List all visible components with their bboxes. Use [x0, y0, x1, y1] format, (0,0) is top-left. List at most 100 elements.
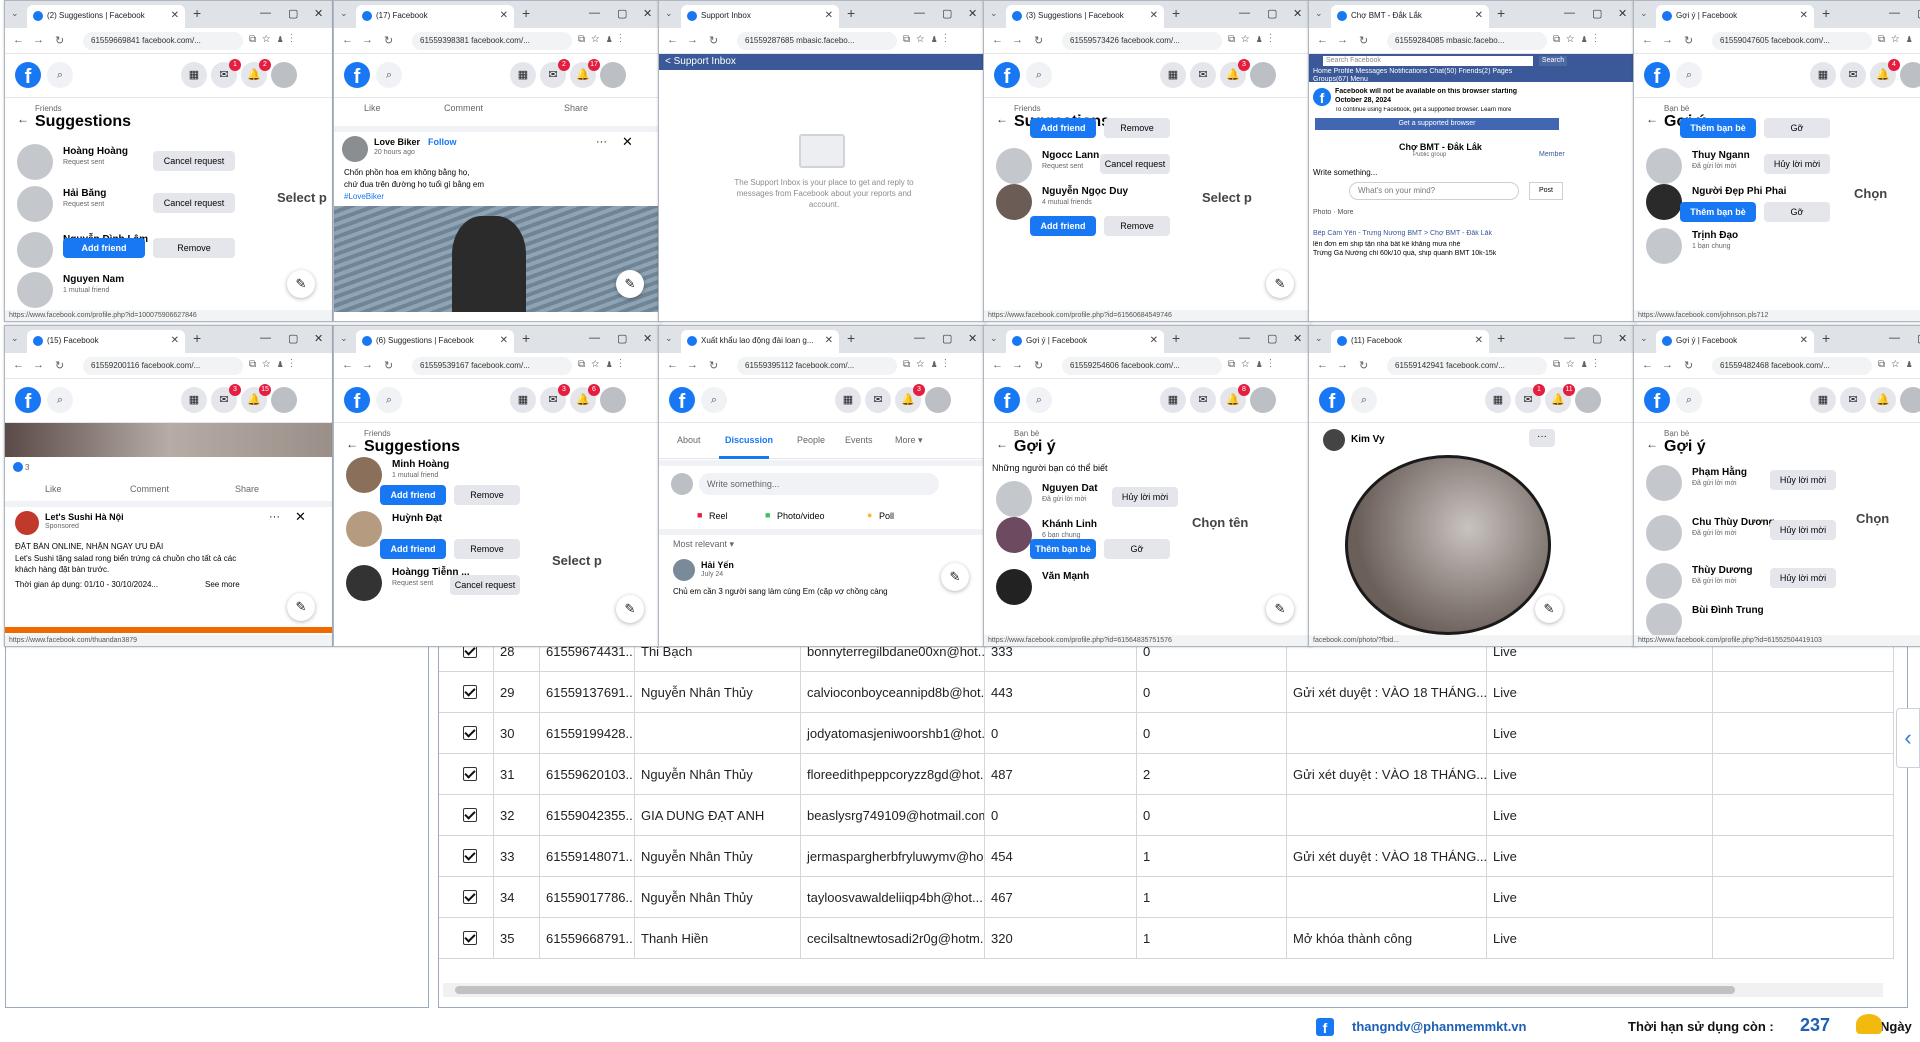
- add-friend-button[interactable]: Thêm bạn bè: [1680, 202, 1756, 222]
- new-tab-icon[interactable]: +: [193, 330, 201, 346]
- messenger-icon[interactable]: ✉: [1190, 387, 1216, 413]
- support-inbox-header[interactable]: < Support Inbox: [659, 54, 986, 70]
- notifications-icon[interactable]: 🔔 3: [1220, 59, 1250, 88]
- table-row[interactable]: 32 61559042355... GIA DUNG ĐẠT ANH beaslysr…: [439, 795, 1894, 836]
- close-tab-icon[interactable]: ✕: [500, 5, 508, 26]
- messenger-icon[interactable]: ✉: [1840, 387, 1866, 413]
- toolbar-icons[interactable]: ⧉☆♟⋮: [1228, 34, 1278, 45]
- close-window-icon[interactable]: ✕: [1618, 7, 1627, 20]
- new-tab-icon[interactable]: +: [1497, 5, 1505, 21]
- person-avatar[interactable]: [1646, 148, 1682, 184]
- sort-dropdown[interactable]: Most relevant ▾: [673, 539, 734, 550]
- person-name[interactable]: Hoàng Hoàng: [63, 146, 128, 157]
- tab-list-icon[interactable]: ⌄: [1640, 8, 1648, 19]
- table-row[interactable]: 35 61559668791... Thanh Hiền cecilsaltnewto…: [439, 918, 1894, 959]
- messenger-icon[interactable]: ✉ 1: [211, 59, 241, 88]
- person-name[interactable]: Khánh Linh: [1042, 519, 1097, 530]
- address-input[interactable]: 61559669841 facebook.com/...: [83, 32, 243, 50]
- maximize-icon[interactable]: ▢: [942, 332, 952, 345]
- notifications-icon[interactable]: 🔔 2: [241, 59, 271, 88]
- profile-avatar[interactable]: [600, 62, 626, 88]
- author-name[interactable]: Love Biker: [374, 137, 420, 147]
- forward-icon[interactable]: →: [1337, 34, 1348, 46]
- tab-list-icon[interactable]: ⌄: [1640, 333, 1648, 344]
- author-name[interactable]: Hải Yến: [701, 560, 734, 570]
- close-window-icon[interactable]: ✕: [1293, 332, 1302, 345]
- close-window-icon[interactable]: ✕: [1618, 332, 1627, 345]
- table-row[interactable]: 31 61559620103... Nguyễn Nhân Thủy floreedi…: [439, 754, 1894, 795]
- more-options-icon[interactable]: ···: [269, 511, 280, 523]
- close-window-icon[interactable]: ✕: [643, 7, 652, 20]
- forward-icon[interactable]: →: [1012, 359, 1023, 371]
- compose-icon[interactable]: ✎: [287, 270, 315, 298]
- address-input[interactable]: 61559142941 facebook.com/...: [1387, 357, 1547, 375]
- person-name[interactable]: Hải Băng: [63, 188, 106, 199]
- cancel-request-button[interactable]: Hủy lời mời: [1770, 470, 1836, 490]
- address-input[interactable]: 61559395112 facebook.com/...: [737, 357, 897, 375]
- messenger-icon[interactable]: ✉ 1: [1515, 384, 1545, 413]
- like-button[interactable]: Like: [45, 484, 62, 494]
- facebook-logo-icon[interactable]: f: [15, 387, 41, 413]
- reload-icon[interactable]: ↻: [709, 359, 718, 372]
- address-input[interactable]: 61559539167 facebook.com/...: [412, 357, 572, 375]
- minimize-icon[interactable]: —: [589, 7, 600, 19]
- row-checkbox[interactable]: [463, 849, 477, 863]
- person-avatar[interactable]: [346, 565, 382, 601]
- menu-grid-icon[interactable]: ▦: [1160, 387, 1186, 413]
- person-avatar[interactable]: [1646, 184, 1682, 220]
- compose-icon[interactable]: ✎: [287, 593, 315, 621]
- browser-tab[interactable]: Xuất khẩu lao động đài loan g... ✕: [681, 330, 839, 353]
- person-avatar[interactable]: [996, 148, 1032, 184]
- close-window-icon[interactable]: ✕: [643, 332, 652, 345]
- profile-avatar[interactable]: [271, 387, 297, 413]
- person-avatar[interactable]: [996, 517, 1032, 553]
- row-checkbox[interactable]: [463, 767, 477, 781]
- maximize-icon[interactable]: ▢: [942, 7, 952, 20]
- search-icon[interactable]: ⌕: [376, 387, 402, 413]
- address-input[interactable]: 61559254606 facebook.com/...: [1062, 357, 1222, 375]
- horizontal-scrollbar[interactable]: [443, 983, 1883, 997]
- cancel-request-button[interactable]: Cancel request: [450, 575, 520, 595]
- browser-tab[interactable]: (11) Facebook ✕: [1331, 330, 1489, 353]
- back-icon[interactable]: ←: [1317, 34, 1328, 46]
- compose-icon[interactable]: ✎: [941, 563, 969, 591]
- collapse-panel-button[interactable]: ‹: [1896, 708, 1920, 768]
- maximize-icon[interactable]: ▢: [617, 332, 627, 345]
- maximize-icon[interactable]: ▢: [1267, 7, 1277, 20]
- back-arrow-icon[interactable]: ←: [996, 437, 1008, 451]
- cancel-request-button[interactable]: Hủy lời mời: [1764, 154, 1830, 174]
- messenger-icon[interactable]: ✉: [865, 387, 891, 413]
- search-icon[interactable]: ⌕: [1351, 387, 1377, 413]
- new-tab-icon[interactable]: +: [847, 5, 855, 21]
- menu-grid-icon[interactable]: ▦: [181, 62, 207, 88]
- minimize-icon[interactable]: —: [1239, 7, 1250, 19]
- author-avatar[interactable]: [1323, 429, 1345, 451]
- back-arrow-icon[interactable]: ←: [17, 112, 29, 126]
- person-avatar[interactable]: [346, 457, 382, 493]
- new-tab-icon[interactable]: +: [1172, 5, 1180, 21]
- profile-avatar[interactable]: [271, 62, 297, 88]
- suggestion-item[interactable]: Trịnh Đạo 1 bạn chung: [1644, 226, 1874, 268]
- person-name[interactable]: Phạm Hằng: [1692, 467, 1747, 478]
- toolbar-icons[interactable]: ⧉☆♟⋮: [1553, 359, 1603, 370]
- person-avatar[interactable]: [1646, 465, 1682, 501]
- breadcrumb[interactable]: Bếp Cảm Yên - Trưng Nương BMT > Chợ BMT …: [1313, 230, 1563, 237]
- messenger-icon[interactable]: ✉: [1190, 62, 1216, 88]
- author-avatar[interactable]: [673, 559, 695, 581]
- reload-icon[interactable]: ↻: [55, 34, 64, 47]
- share-button[interactable]: Share: [235, 484, 259, 494]
- reload-icon[interactable]: ↻: [384, 359, 393, 372]
- suggestion-item[interactable]: Thùy Dương Đã gửi lời mời: [1644, 561, 1874, 603]
- like-button[interactable]: Like: [364, 103, 381, 113]
- close-window-icon[interactable]: ✕: [314, 7, 323, 20]
- forward-icon[interactable]: →: [687, 34, 698, 46]
- person-avatar[interactable]: [1646, 228, 1682, 264]
- facebook-logo-icon[interactable]: f: [994, 387, 1020, 413]
- facebook-logo-icon[interactable]: f: [344, 387, 370, 413]
- post-image[interactable]: [5, 423, 332, 457]
- tab-list-icon[interactable]: ⌄: [340, 8, 348, 19]
- tab-list-icon[interactable]: ⌄: [340, 333, 348, 344]
- forward-icon[interactable]: →: [33, 34, 44, 46]
- remove-button[interactable]: Remove: [1104, 216, 1170, 236]
- browser-tab[interactable]: (3) Suggestions | Facebook ✕: [1006, 5, 1164, 28]
